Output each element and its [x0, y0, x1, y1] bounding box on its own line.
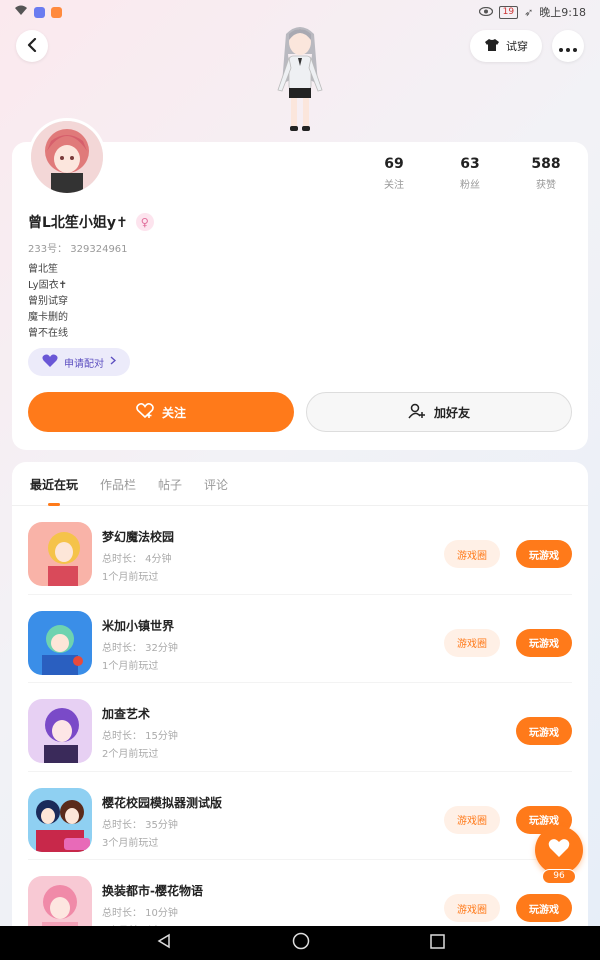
- wifi-icon: [14, 5, 28, 19]
- play-game-button[interactable]: 玩游戏: [516, 894, 572, 922]
- game-duration: 总时长： 35分钟: [102, 819, 178, 831]
- games-card: 最近在玩 作品栏 帖子 评论 梦幻魔法校园 总时长： 4分钟 1个月前玩过 游戏…: [12, 462, 588, 932]
- recents-square-icon[interactable]: [429, 933, 445, 953]
- follow-label: 关注: [161, 405, 186, 420]
- game-icon[interactable]: [28, 699, 92, 763]
- game-title: 樱花校园模拟器测试版: [102, 795, 223, 810]
- game-circle-button[interactable]: 游戏圈: [444, 805, 500, 834]
- tab-posts[interactable]: 帖子: [158, 476, 182, 506]
- back-triangle-icon[interactable]: [156, 933, 172, 953]
- heart-icon: [548, 838, 570, 862]
- username: 曾L北笙小姐y✝: [28, 215, 128, 231]
- game-row[interactable]: 换装都市-樱花物语 总时长： 10分钟 3个月前玩过 游戏圈 玩游戏: [28, 860, 572, 932]
- game-row[interactable]: 梦幻魔法校园 总时长： 4分钟 1个月前玩过 游戏圈 玩游戏: [28, 506, 572, 595]
- chevron-left-icon: [26, 37, 38, 56]
- tryon-label: 试穿: [506, 40, 528, 53]
- game-row[interactable]: 加查艺术 总时长： 15分钟 2个月前玩过 玩游戏: [28, 683, 572, 772]
- like-count-badge: 96: [542, 869, 576, 884]
- game-circle-button[interactable]: 游戏圈: [444, 540, 500, 568]
- game-duration: 总时长： 10分钟: [102, 908, 178, 919]
- game-icon[interactable]: [28, 610, 92, 675]
- stat-followers[interactable]: 63 粉丝: [442, 156, 498, 191]
- eye-icon: [478, 6, 493, 19]
- bolt-icon: ➶: [524, 5, 534, 19]
- play-game-button[interactable]: 玩游戏: [516, 628, 572, 657]
- tshirt-icon: [484, 38, 500, 55]
- game-last-played: 2个月前玩过: [102, 749, 159, 760]
- stat-label: 获赞: [536, 180, 556, 191]
- game-last-played: 3个月前玩过: [102, 837, 159, 849]
- stat-number: 69: [384, 156, 404, 172]
- floating-like-button[interactable]: [535, 826, 583, 874]
- bio-line: 魔卡删的: [28, 312, 68, 323]
- game-row[interactable]: 米加小镇世界 总时长： 32分钟 1个月前玩过 游戏圈 玩游戏: [28, 595, 572, 683]
- tab-comments[interactable]: 评论: [204, 476, 228, 506]
- chevron-right-icon: [110, 356, 117, 368]
- game-row[interactable]: 樱花校园模拟器测试版 总时长： 35分钟 3个月前玩过 游戏圈 玩游戏: [28, 772, 572, 860]
- status-time: 晚上9:18: [539, 6, 586, 19]
- battery-indicator: 19: [498, 5, 519, 19]
- stat-label: 粉丝: [460, 180, 480, 191]
- bio-line: 曾别试穿: [28, 296, 68, 307]
- game-icon[interactable]: [28, 787, 92, 852]
- purple-heart-icon: [42, 354, 58, 371]
- play-game-button[interactable]: 玩游戏: [516, 540, 572, 568]
- game-circle-button[interactable]: 游戏圈: [444, 894, 500, 922]
- top-nav-actions: 试穿: [470, 30, 584, 62]
- username-row: 曾L北笙小姐y✝ ♀: [28, 212, 154, 232]
- profile-card: 69 关注 63 粉丝 588 获赞 曾L北笙小姐y✝ ♀ 233号： 3293…: [12, 118, 588, 450]
- bio-line: 曾北笙: [28, 264, 58, 275]
- game-icon[interactable]: [28, 522, 92, 586]
- add-friend-button[interactable]: 加好友: [306, 392, 572, 432]
- status-icons-right: 19 ➶ 晚上9:18: [478, 4, 586, 20]
- tab-recent[interactable]: 最近在玩: [30, 476, 78, 506]
- more-button[interactable]: [552, 30, 584, 62]
- back-button[interactable]: [16, 30, 48, 62]
- stat-label: 关注: [384, 180, 404, 191]
- game-title: 米加小镇世界: [102, 618, 175, 633]
- more-dots-icon: [559, 37, 577, 56]
- bio-line: 曾不在线: [28, 328, 68, 339]
- bio-line: Ly固衣✝: [28, 280, 67, 291]
- female-gender-icon: ♀: [135, 213, 154, 231]
- game-duration: 总时长： 4分钟: [102, 554, 172, 565]
- add-friend-label: 加好友: [433, 405, 470, 420]
- status-icons-left: [14, 5, 62, 19]
- avatar-character-figure[interactable]: [262, 24, 338, 136]
- tab-bar: 最近在玩 作品栏 帖子 评论: [12, 462, 588, 506]
- tab-works[interactable]: 作品栏: [100, 476, 136, 506]
- pair-request-button[interactable]: 申请配对: [28, 348, 130, 376]
- add-person-icon: [408, 403, 426, 422]
- heart-plus-icon: [136, 402, 154, 422]
- stat-number: 588: [531, 156, 561, 172]
- game-title: 加查艺术: [102, 707, 151, 721]
- follow-button[interactable]: 关注: [28, 392, 294, 432]
- game-last-played: 1个月前玩过: [102, 572, 159, 583]
- avatar[interactable]: [28, 118, 106, 196]
- stat-number: 63: [460, 156, 480, 172]
- game-icon[interactable]: [28, 876, 92, 932]
- user-id: 233号： 329324961: [28, 244, 128, 255]
- app-notification-icon: [51, 6, 62, 18]
- bio: 曾北笙 Ly固衣✝ 曾别试穿 魔卡删的 曾不在线: [28, 262, 68, 342]
- stat-likes[interactable]: 588 获赞: [518, 156, 574, 191]
- stat-following[interactable]: 69 关注: [366, 156, 422, 191]
- status-bar: 19 ➶ 晚上9:18: [0, 0, 600, 24]
- game-circle-button[interactable]: 游戏圈: [444, 628, 500, 657]
- game-title: 换装都市-樱花物语: [102, 884, 203, 898]
- game-last-played: 1个月前玩过: [102, 660, 159, 672]
- game-title: 梦幻魔法校园: [102, 530, 175, 544]
- system-navigation-bar: [0, 926, 600, 960]
- app-notification-icon: [34, 6, 45, 18]
- home-circle-icon[interactable]: [292, 932, 310, 954]
- game-duration: 总时长： 32分钟: [102, 642, 178, 654]
- tryon-button[interactable]: 试穿: [470, 30, 542, 62]
- pair-label: 申请配对: [64, 358, 104, 370]
- stats-row: 69 关注 63 粉丝 588 获赞: [366, 156, 574, 191]
- game-duration: 总时长： 15分钟: [102, 731, 178, 742]
- play-game-button[interactable]: 玩游戏: [516, 717, 572, 745]
